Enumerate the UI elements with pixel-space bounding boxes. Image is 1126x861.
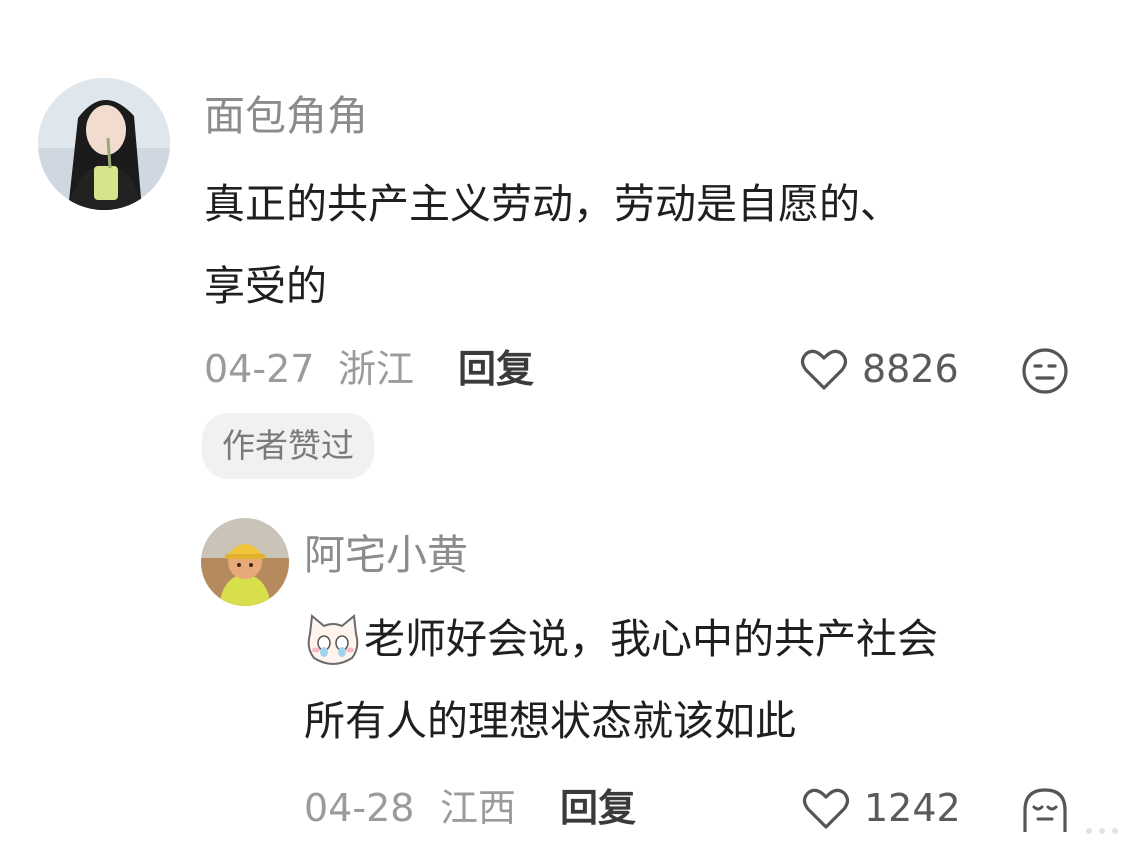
portrait-avatar: [38, 78, 170, 210]
like-button[interactable]: 8826: [800, 346, 970, 394]
comment-text-line: 老师好会说，我心中的共产社会: [364, 615, 938, 663]
comment-text: 真正的共产主义劳动，劳动是自愿的、 享受的: [204, 163, 901, 327]
like-count: 1242: [864, 786, 961, 830]
username[interactable]: 面包角角: [204, 96, 368, 137]
react-button[interactable]: [1021, 786, 1069, 834]
author-liked-badge: 作者赞过: [202, 413, 374, 479]
reply-button[interactable]: 回复: [458, 350, 534, 388]
reply-button[interactable]: 回复: [560, 789, 636, 827]
react-button[interactable]: [1021, 347, 1069, 395]
cartoon-worker-avatar: [201, 518, 289, 606]
heart-outline-icon: [800, 349, 848, 390]
like-button[interactable]: 1242: [802, 785, 972, 833]
heart-outline-icon: [802, 788, 850, 829]
comment-date: 04-28: [304, 786, 415, 830]
comment-location: 江西: [440, 786, 517, 830]
comment-text-line: 所有人的理想状态就该如此: [304, 697, 796, 745]
dots-icon: [1086, 828, 1118, 834]
comment-date: 04-27: [204, 347, 315, 391]
like-count: 8826: [862, 347, 959, 391]
comment-text: 老师好会说，我心中的共产社会 所有人的理想状态就该如此: [304, 598, 938, 762]
watermark-dots: [1084, 824, 1120, 838]
comment-text-line: 享受的: [204, 262, 327, 310]
comment-text-line: 真正的共产主义劳动，劳动是自愿的、: [204, 180, 901, 228]
username[interactable]: 阿宅小黄: [304, 535, 468, 576]
comment-location: 浙江: [338, 347, 415, 391]
sleepy-face-icon: [1023, 788, 1067, 832]
user-avatar[interactable]: [201, 518, 289, 606]
user-avatar[interactable]: [38, 78, 170, 210]
neutral-face-icon: [1022, 348, 1068, 394]
crying-cat-emoji-icon: [307, 614, 359, 665]
